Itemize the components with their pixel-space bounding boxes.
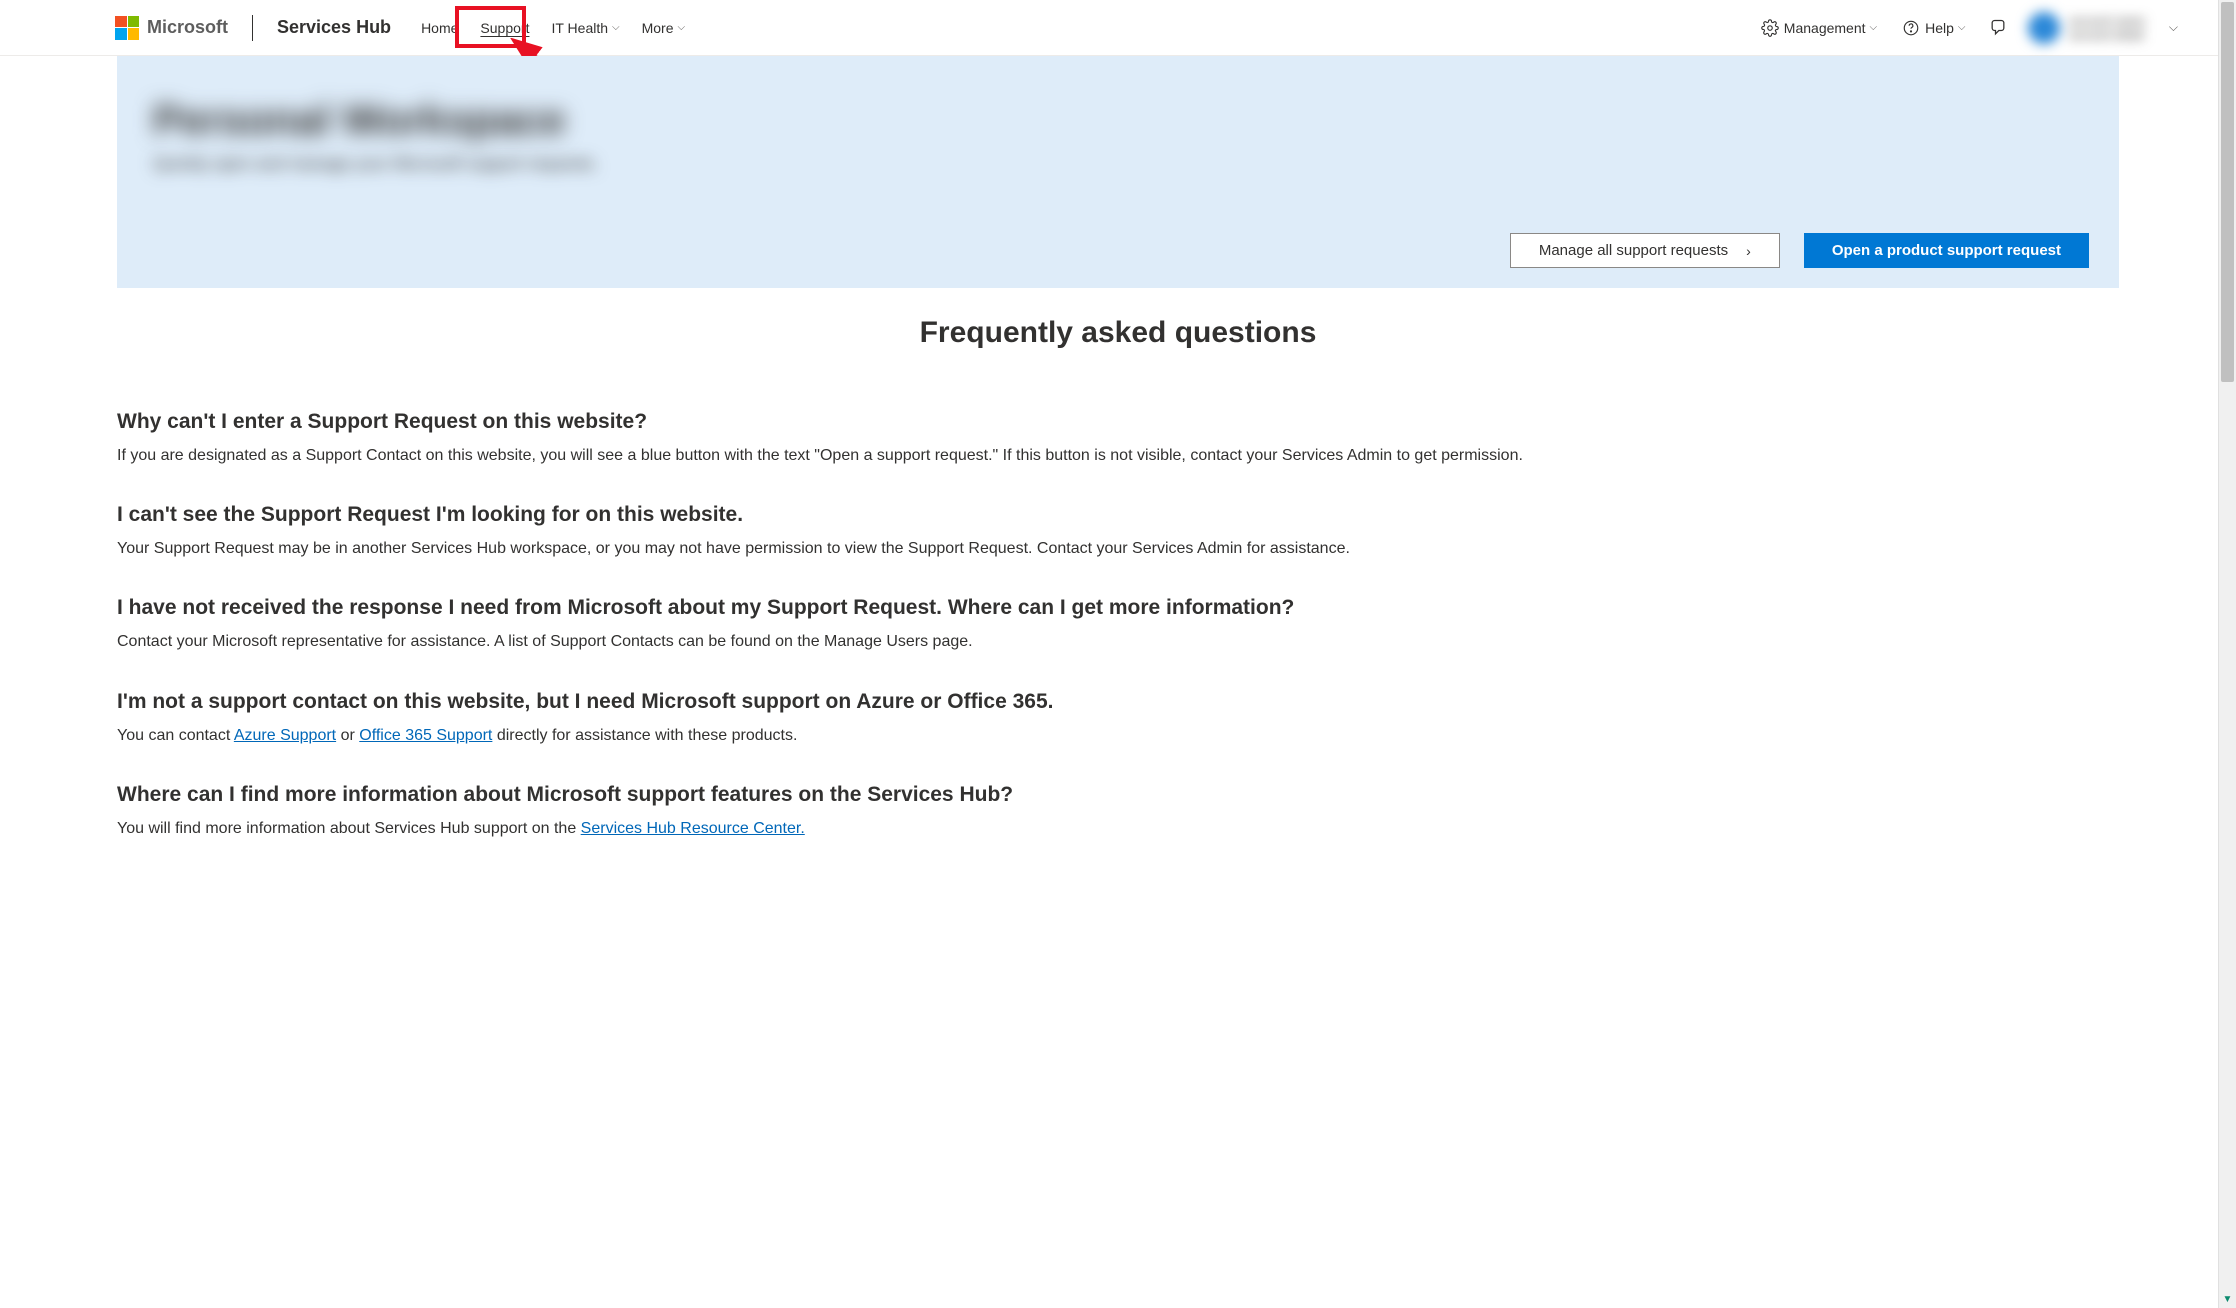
nav-management-label: Management <box>1784 20 1866 36</box>
faq-item: I can't see the Support Request I'm look… <box>117 503 2119 560</box>
faq-answer: You will find more information about Ser… <box>117 817 2119 840</box>
user-line2: account detail <box>2070 28 2145 42</box>
faq-answer-text: or <box>336 727 359 744</box>
page-content: Personal Workspace Quickly open and mana… <box>117 56 2119 840</box>
nav-management[interactable]: Management ⌵ <box>1758 14 1879 42</box>
nav-it-health-label: IT Health <box>551 20 608 36</box>
microsoft-logo-icon <box>115 16 139 40</box>
faq-item: Where can I find more information about … <box>117 783 2119 840</box>
user-info: account name account detail <box>2070 14 2145 42</box>
nav-help-label: Help <box>1925 20 1954 36</box>
chevron-down-icon: ⌵ <box>612 22 620 33</box>
faq-answer: Contact your Microsoft representative fo… <box>117 630 2119 653</box>
faq-answer-text: directly for assistance with these produ… <box>492 727 797 744</box>
chevron-down-icon: ⌵ <box>678 22 686 33</box>
vertical-scrollbar[interactable]: ▲ ▼ <box>2218 0 2236 1308</box>
chevron-down-icon[interactable]: ⌵ <box>2169 20 2178 35</box>
hero-subtitle: Quickly open and manage your Microsoft s… <box>153 154 2083 174</box>
hero-title: Personal Workspace <box>153 96 2083 144</box>
nav-more-label: More <box>642 20 674 36</box>
microsoft-logo[interactable]: Microsoft <box>115 16 228 40</box>
user-account-menu[interactable]: account name account detail <box>2028 12 2145 44</box>
faq-answer-text: You can contact <box>117 727 234 744</box>
avatar <box>2028 12 2060 44</box>
chevron-right-icon: › <box>1746 243 1751 259</box>
secondary-nav: Management ⌵ Help ⌵ account name account… <box>1758 12 2178 44</box>
nav-more[interactable]: More ⌵ <box>640 16 688 40</box>
resource-center-link[interactable]: Services Hub Resource Center. <box>581 820 805 837</box>
help-icon <box>1901 18 1921 38</box>
faq-answer: Your Support Request may be in another S… <box>117 537 2119 560</box>
scroll-down-arrow-icon[interactable]: ▼ <box>2219 1290 2236 1308</box>
primary-nav: Home Support IT Health ⌵ More ⌵ <box>419 16 687 40</box>
faq-question: Why can't I enter a Support Request on t… <box>117 410 2119 434</box>
faq-item: Why can't I enter a Support Request on t… <box>117 410 2119 467</box>
faq-answer: If you are designated as a Support Conta… <box>117 444 2119 467</box>
faq-heading: Frequently asked questions <box>117 316 2119 350</box>
nav-support[interactable]: Support <box>478 16 531 40</box>
faq-question: I have not received the response I need … <box>117 596 2119 620</box>
faq-answer: You can contact Azure Support or Office … <box>117 724 2119 747</box>
feedback-icon[interactable] <box>1988 18 2008 38</box>
office365-support-link[interactable]: Office 365 Support <box>359 727 492 744</box>
top-navigation: Microsoft Services Hub Home Support IT H… <box>0 0 2218 56</box>
nav-it-health[interactable]: IT Health ⌵ <box>549 16 621 40</box>
faq-question: Where can I find more information about … <box>117 783 2119 807</box>
hero-actions: Manage all support requests › Open a pro… <box>1510 233 2089 268</box>
manage-requests-button[interactable]: Manage all support requests › <box>1510 233 1780 268</box>
faq-item: I'm not a support contact on this websit… <box>117 690 2119 747</box>
product-brand[interactable]: Services Hub <box>277 17 391 38</box>
chevron-down-icon: ⌵ <box>1870 22 1878 33</box>
azure-support-link[interactable]: Azure Support <box>234 727 336 744</box>
faq-answer-text: You will find more information about Ser… <box>117 820 581 837</box>
faq-question: I'm not a support contact on this websit… <box>117 690 2119 714</box>
microsoft-wordmark: Microsoft <box>147 17 228 38</box>
user-line1: account name <box>2070 14 2145 28</box>
open-support-request-button[interactable]: Open a product support request <box>1804 233 2089 268</box>
hero-banner: Personal Workspace Quickly open and mana… <box>117 56 2119 288</box>
header-divider <box>252 15 253 41</box>
manage-requests-label: Manage all support requests <box>1539 242 1728 259</box>
chevron-down-icon: ⌵ <box>1958 22 1966 33</box>
nav-help[interactable]: Help ⌵ <box>1899 14 1967 42</box>
scrollbar-thumb[interactable] <box>2221 2 2234 382</box>
faq-question: I can't see the Support Request I'm look… <box>117 503 2119 527</box>
gear-icon <box>1760 18 1780 38</box>
nav-home[interactable]: Home <box>419 16 460 40</box>
faq-item: I have not received the response I need … <box>117 596 2119 653</box>
